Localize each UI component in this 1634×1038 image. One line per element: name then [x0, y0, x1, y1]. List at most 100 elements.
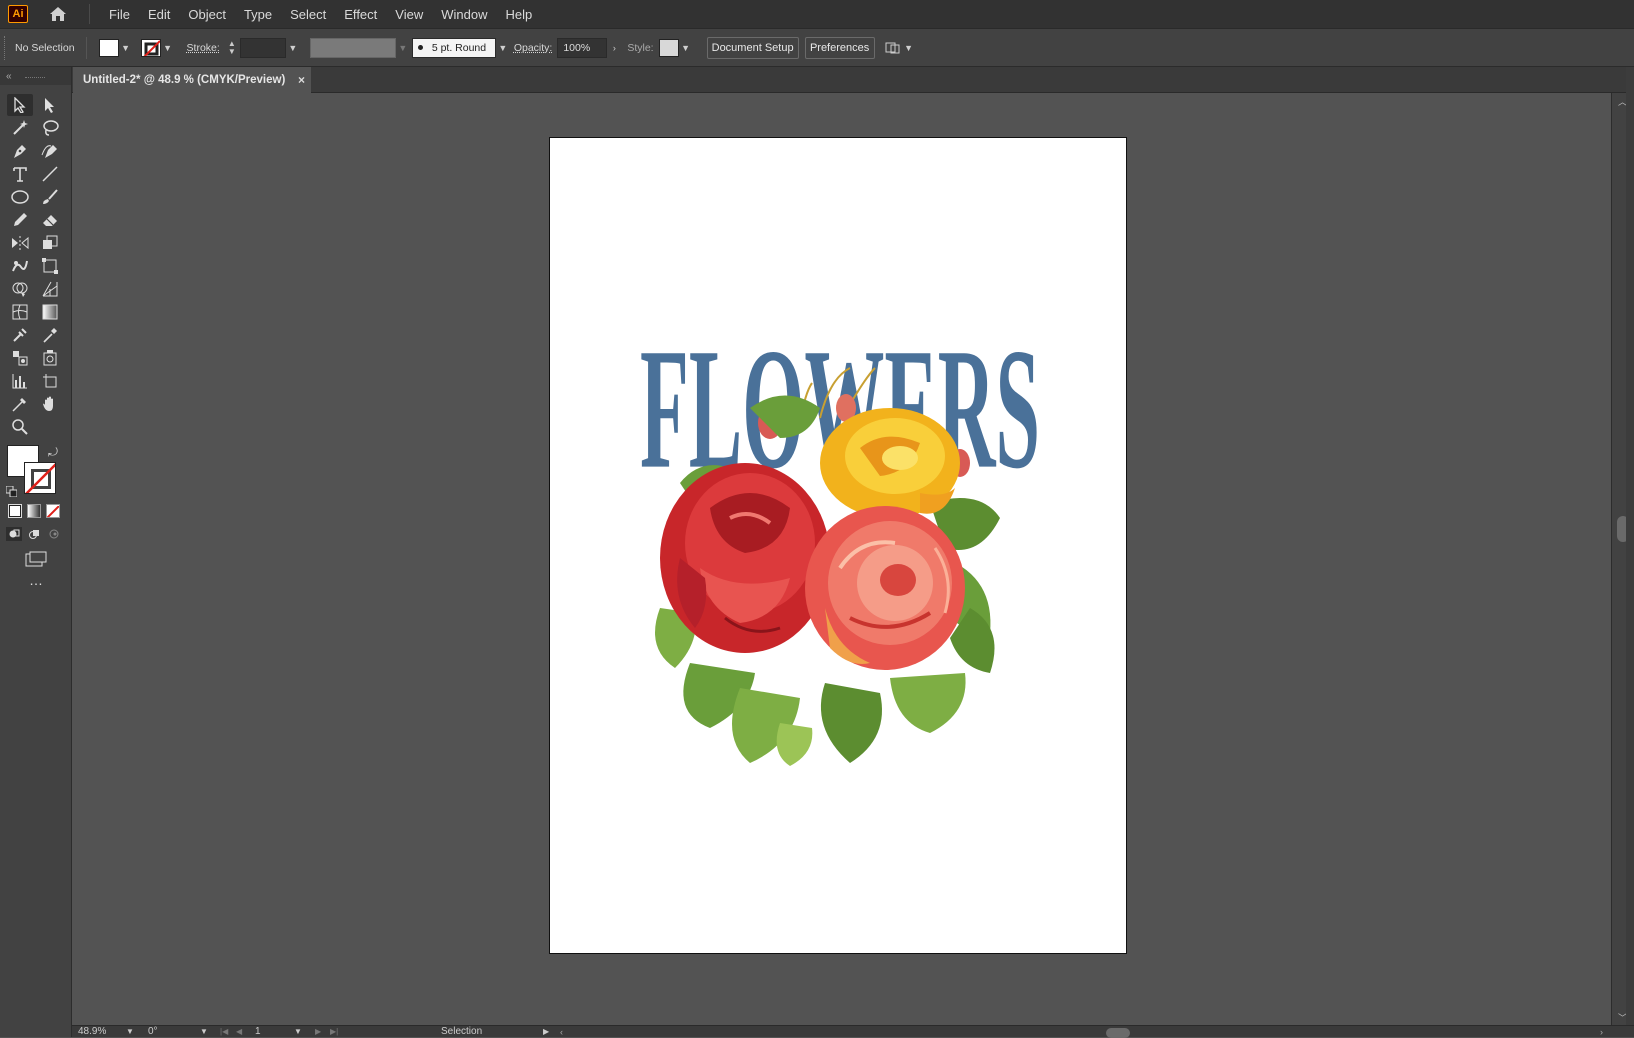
brush-dot-icon — [417, 45, 423, 50]
stroke-swatch[interactable] — [140, 38, 161, 57]
live-paint-bucket-tool-icon[interactable] — [7, 347, 33, 369]
menu-select[interactable]: Select — [281, 0, 335, 29]
menu-type[interactable]: Type — [235, 0, 281, 29]
none-mode-icon[interactable] — [46, 504, 60, 518]
draw-normal-icon[interactable] — [6, 527, 22, 541]
brush-definition[interactable]: 5 pt. Round — [411, 37, 496, 58]
slice-tool-icon[interactable] — [7, 393, 33, 415]
scroll-left-icon[interactable]: ‹ — [560, 1026, 563, 1038]
chevron-right-icon[interactable]: › — [607, 39, 621, 57]
canvas-area[interactable]: FLOWERS — [73, 93, 1611, 1025]
close-icon[interactable]: × — [298, 73, 305, 87]
selection-tool-icon[interactable] — [7, 94, 33, 116]
chevron-down-icon[interactable]: ▼ — [200, 1026, 208, 1038]
direct-selection-tool-icon[interactable] — [37, 94, 63, 116]
status-menu-arrow-icon[interactable]: ▶ — [543, 1026, 549, 1038]
menu-effect[interactable]: Effect — [335, 0, 386, 29]
lasso-tool-icon[interactable] — [37, 117, 63, 139]
graphic-style-swatch[interactable] — [658, 38, 679, 57]
stroke-label[interactable]: Stroke: — [187, 42, 220, 54]
control-bar-grip[interactable] — [4, 35, 7, 60]
line-segment-tool-icon[interactable] — [37, 163, 63, 185]
color-mode-icon[interactable] — [8, 504, 22, 518]
type-tool-icon[interactable] — [7, 163, 33, 185]
menu-separator — [89, 4, 90, 24]
screen-mode-icon[interactable] — [24, 550, 48, 568]
warp-tool-icon[interactable] — [7, 255, 33, 277]
curvature-tool-icon[interactable] — [37, 140, 63, 162]
chevron-down-icon[interactable]: ▼ — [119, 39, 133, 57]
eraser-tool-icon[interactable] — [37, 209, 63, 231]
brush-label: 5 pt. Round — [431, 41, 487, 54]
artboard-number-field[interactable]: 1 — [255, 1026, 261, 1038]
chevron-down-icon[interactable]: ▼ — [294, 1026, 302, 1038]
menu-view[interactable]: View — [386, 0, 432, 29]
variable-width-profile[interactable] — [309, 37, 396, 58]
magic-wand-tool-icon[interactable] — [7, 117, 33, 139]
rotation-field[interactable]: 0° — [148, 1026, 158, 1038]
perspective-grid-tool-icon[interactable] — [37, 278, 63, 300]
document-tab-title: Untitled-2* @ 48.9 % (CMYK/Preview) — [83, 74, 286, 86]
stroke-stepper[interactable]: ▲ ▼ — [226, 38, 238, 58]
gradient-mode-icon[interactable] — [27, 504, 41, 518]
stroke-color-box[interactable] — [24, 462, 56, 494]
swap-fill-stroke-icon[interactable]: ⤾ — [48, 445, 62, 459]
menu-bar: Ai File Edit Object Type Select Effect V… — [0, 0, 1634, 29]
last-artboard-icon[interactable]: ▶| — [330, 1026, 338, 1038]
reflect-tool-icon[interactable] — [7, 232, 33, 254]
opacity-label[interactable]: Opacity: — [514, 42, 553, 54]
menu-file[interactable]: File — [100, 0, 139, 29]
artboard[interactable]: FLOWERS — [549, 137, 1127, 954]
draw-inside-icon[interactable] — [46, 527, 62, 541]
next-artboard-icon[interactable]: ▶ — [315, 1026, 321, 1038]
ellipse-tool-icon[interactable] — [7, 186, 33, 208]
chevron-down-icon[interactable]: ▼ — [496, 39, 510, 57]
eyedropper-blend-tool-icon[interactable] — [7, 324, 33, 346]
tools-panel-grip[interactable] — [25, 77, 45, 79]
paintbrush-tool-icon[interactable] — [37, 186, 63, 208]
chevron-down-icon[interactable]: ▼ — [679, 39, 693, 57]
preferences-button[interactable]: Preferences — [804, 36, 875, 59]
document-setup-button[interactable]: Document Setup — [706, 36, 799, 59]
gradient-tool-icon[interactable] — [37, 301, 63, 323]
menu-help[interactable]: Help — [496, 0, 541, 29]
tools-panel: « ⤾ … — [0, 67, 72, 1037]
free-transform-tool-icon[interactable] — [37, 255, 63, 277]
scroll-right-icon[interactable]: › — [1600, 1026, 1603, 1038]
zoom-tool-icon[interactable] — [7, 416, 33, 438]
first-artboard-icon[interactable]: |◀ — [220, 1026, 228, 1038]
mesh-tool-icon[interactable] — [7, 301, 33, 323]
chevron-down-icon[interactable]: ▼ — [161, 39, 175, 57]
previous-artboard-icon[interactable]: ◀ — [236, 1026, 242, 1038]
style-label: Style: — [627, 41, 654, 54]
document-tab[interactable]: Untitled-2* @ 48.9 % (CMYK/Preview) × — [73, 67, 311, 93]
default-fill-stroke-icon[interactable] — [5, 484, 18, 498]
hand-tool-icon[interactable] — [37, 393, 63, 415]
selection-status: No Selection — [15, 41, 75, 54]
opacity-field[interactable]: 100% — [557, 37, 608, 58]
chevron-down-icon[interactable]: ▼ — [126, 1026, 134, 1038]
chevron-down-icon[interactable]: ▼ — [902, 39, 916, 57]
chevron-down-icon[interactable]: ▼ — [286, 39, 300, 57]
draw-behind-icon[interactable] — [26, 527, 42, 541]
app-logo: Ai — [8, 5, 28, 23]
eyedropper-tool-icon[interactable] — [37, 324, 63, 346]
menu-edit[interactable]: Edit — [139, 0, 179, 29]
home-icon[interactable] — [47, 3, 69, 25]
tools-panel-header[interactable]: « — [0, 67, 71, 85]
pencil-tool-icon[interactable] — [7, 209, 33, 231]
artboard-tool-icon[interactable] — [37, 370, 63, 392]
shape-builder-tool-icon[interactable] — [7, 278, 33, 300]
more-tools-icon[interactable]: … — [22, 573, 50, 589]
zoom-field[interactable]: 48.9% — [78, 1026, 106, 1038]
pen-tool-icon[interactable] — [7, 140, 33, 162]
fill-swatch[interactable] — [98, 38, 119, 57]
current-tool-status: Selection — [441, 1026, 483, 1037]
stroke-weight-field[interactable] — [239, 37, 286, 58]
scale-tool-icon[interactable] — [37, 232, 63, 254]
menu-object[interactable]: Object — [179, 0, 235, 29]
symbol-sprayer-tool-icon[interactable] — [37, 347, 63, 369]
menu-window[interactable]: Window — [432, 0, 496, 29]
arrange-documents-icon[interactable] — [884, 39, 902, 57]
column-graph-tool-icon[interactable] — [7, 370, 33, 392]
